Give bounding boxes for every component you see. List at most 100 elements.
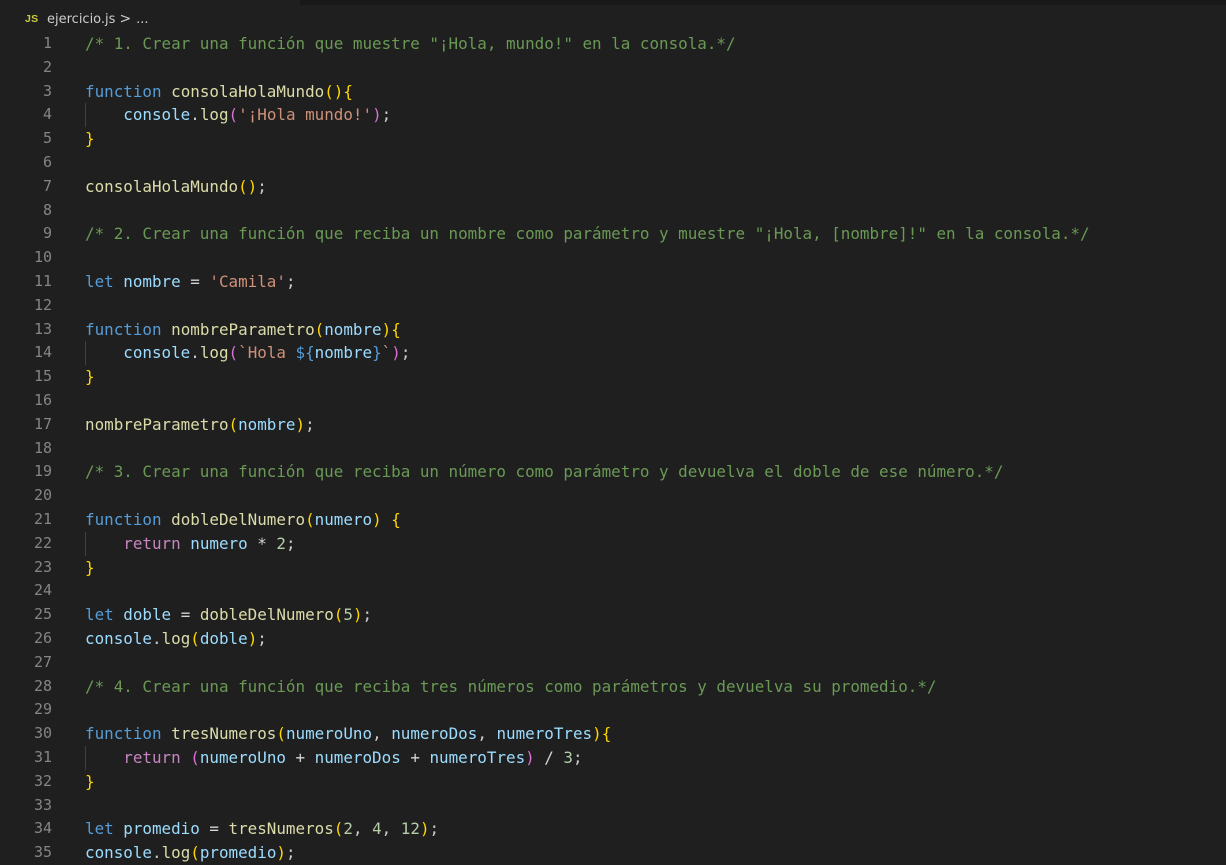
code-line[interactable]: 17 nombreParametro(nombre); xyxy=(0,413,1226,437)
code-token: ; xyxy=(257,176,267,196)
code-token: = xyxy=(199,819,229,839)
code-token: ) xyxy=(525,747,535,767)
line-number: 20 xyxy=(33,486,52,505)
code-line[interactable]: 24 xyxy=(0,579,1226,603)
code-token: numeroDos xyxy=(391,724,478,744)
code-token: numero xyxy=(190,533,248,553)
code-token: ( xyxy=(190,747,200,767)
code-line[interactable]: 25 let doble = dobleDelNumero(5); xyxy=(0,603,1226,627)
code-line[interactable]: 1 /* 1. Crear una función que muestre "¡H… xyxy=(0,32,1226,56)
code-line[interactable]: 7 consolaHolaMundo(); xyxy=(0,175,1226,199)
code-token: = xyxy=(180,271,210,291)
code-token: . xyxy=(190,343,200,363)
code-token: ; xyxy=(257,628,267,648)
line-number: 14 xyxy=(33,343,52,362)
code-token: ; xyxy=(305,414,315,434)
code-token: . xyxy=(151,628,162,648)
code-line[interactable]: 15} xyxy=(0,365,1226,389)
code-line[interactable]: 12 xyxy=(0,294,1226,318)
code-line[interactable]: 23} xyxy=(0,556,1226,580)
code-token: , xyxy=(372,724,392,744)
code-token: ` xyxy=(381,343,392,363)
code-text: function dobleDelNumero(numero) { xyxy=(85,508,401,532)
code-token: ) xyxy=(419,819,430,839)
line-number: 28 xyxy=(33,676,52,695)
code-token: let xyxy=(85,819,114,839)
code-token: . xyxy=(151,843,162,863)
code-line[interactable]: 13 function nombreParametro(nombre){ xyxy=(0,318,1226,342)
line-number: 33 xyxy=(33,795,52,814)
javascript-file-icon: JS xyxy=(25,13,39,25)
code-token: nombre xyxy=(324,319,382,339)
code-line[interactable]: 34 let promedio = tresNumeros(2, 4, 12); xyxy=(0,817,1226,841)
code-line[interactable]: 29 xyxy=(0,698,1226,722)
code-line[interactable]: 27 xyxy=(0,651,1226,675)
line-number: 24 xyxy=(33,581,52,600)
code-line[interactable]: 14 console.log(`Hola ${nombre}`); xyxy=(0,341,1226,366)
line-number: 32 xyxy=(33,771,52,790)
code-line[interactable]: 10 xyxy=(0,246,1226,270)
code-token: ; xyxy=(573,747,583,767)
code-text: /* 2. Crear una función que reciba un no… xyxy=(85,222,1090,246)
code-token: ( xyxy=(333,605,344,625)
code-line[interactable]: 16 xyxy=(0,389,1226,413)
code-text: function tresNumeros(numeroUno, numeroDo… xyxy=(85,722,611,746)
code-line[interactable]: 22 return numero * 2; xyxy=(0,531,1226,556)
code-line[interactable]: 35 console.log(promedio); xyxy=(0,841,1226,865)
code-text: function consolaHolaMundo(){ xyxy=(85,80,353,104)
line-number: 13 xyxy=(33,319,52,338)
code-token: ) xyxy=(276,843,286,863)
line-number: 6 xyxy=(42,152,52,171)
code-editor[interactable]: 1 /* 1. Crear una función que muestre "¡H… xyxy=(0,32,1226,865)
code-token: let xyxy=(85,605,114,625)
code-text: return (numeroUno + numeroDos + numeroTr… xyxy=(85,746,583,770)
code-token: 'Camila' xyxy=(209,271,286,291)
code-token: ( xyxy=(228,343,239,363)
code-line[interactable]: 33 xyxy=(0,794,1226,818)
code-line[interactable]: 18 xyxy=(0,437,1226,461)
line-number: 19 xyxy=(33,462,52,481)
breadcrumb-symbols[interactable]: ... xyxy=(136,12,148,27)
code-token: } xyxy=(85,771,95,791)
code-line[interactable]: 6 xyxy=(0,151,1226,175)
code-token: , xyxy=(477,724,497,744)
code-line[interactable]: 21 function dobleDelNumero(numero) { xyxy=(0,508,1226,532)
code-token: function xyxy=(85,319,162,339)
code-line[interactable]: 4 console.log('¡Hola mundo!'); xyxy=(0,103,1226,128)
line-number: 35 xyxy=(33,843,52,862)
code-line[interactable]: 19 /* 3. Crear una función que reciba un … xyxy=(0,460,1226,484)
code-token: dobleDelNumero xyxy=(171,509,306,529)
code-line[interactable]: 31 return (numeroUno + numeroDos + numer… xyxy=(0,745,1226,770)
code-line[interactable]: 9 /* 2. Crear una función que reciba un n… xyxy=(0,222,1226,246)
line-number: 18 xyxy=(33,438,52,457)
code-token: ; xyxy=(429,819,440,839)
code-line[interactable]: 30 function tresNumeros(numeroUno, numero… xyxy=(0,722,1226,746)
code-token: { xyxy=(601,724,612,744)
code-line[interactable]: 8 xyxy=(0,199,1226,223)
code-token: ( xyxy=(305,509,315,529)
code-text: } xyxy=(85,127,95,151)
code-token: numeroUno xyxy=(199,747,286,767)
code-line[interactable]: 3 function consolaHolaMundo(){ xyxy=(0,80,1226,104)
code-token: ( xyxy=(228,105,239,125)
code-line[interactable]: 32} xyxy=(0,770,1226,794)
line-number: 21 xyxy=(33,509,52,528)
code-line[interactable]: 2 xyxy=(0,56,1226,80)
code-line[interactable]: 26 console.log(doble); xyxy=(0,627,1226,651)
code-token: } xyxy=(85,367,95,387)
code-line[interactable]: 28 /* 4. Crear una función que reciba tre… xyxy=(0,675,1226,699)
code-line[interactable]: 20 xyxy=(0,484,1226,508)
code-text: } xyxy=(85,365,95,389)
code-token: nombreParametro xyxy=(171,319,315,339)
code-line[interactable]: 5} xyxy=(0,127,1226,151)
breadcrumb-file[interactable]: ejercicio.js xyxy=(47,12,115,27)
code-token: ( xyxy=(190,628,200,648)
code-line[interactable]: 11 let nombre = 'Camila'; xyxy=(0,270,1226,294)
